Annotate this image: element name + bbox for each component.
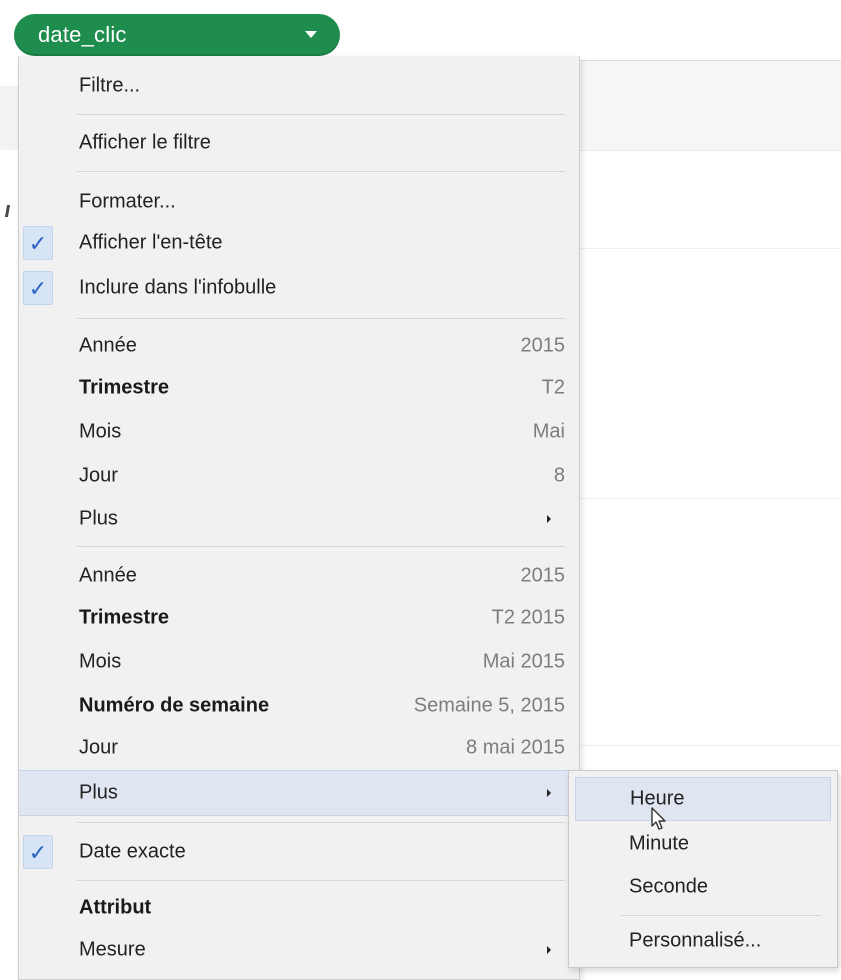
menu-item-formater[interactable]: Formater... [19,180,579,224]
menu-item-label: Formater... [79,190,176,213]
menu-item-jour-discrete[interactable]: Jour 8 [19,454,579,498]
menu-item-label: Inclure dans l'infobulle [79,276,277,299]
menu-item-plus-discrete[interactable]: Plus [19,497,579,541]
menu-item-label: Date exacte [79,840,186,863]
menu-item-mois-discrete[interactable]: Mois Mai [19,410,579,454]
checkmark-icon: ✓ [23,271,53,305]
menu-item-afficher-filtre[interactable]: Afficher le filtre [19,121,579,165]
menu-item-example: Mai [532,420,565,443]
workspace-mark [4,205,11,217]
menu-item-jour-continue[interactable]: Jour 8 mai 2015 [19,726,579,770]
plus-submenu: Heure Minute Seconde Personnalisé... [568,770,838,968]
menu-item-label: Trimestre [79,376,170,399]
menu-item-label: Mesure [79,938,146,961]
workspace-divider [580,150,841,151]
menu-item-example: Mai 2015 [482,650,565,673]
checkmark-icon: ✓ [23,226,53,260]
menu-item-label: Attribut [79,896,152,919]
workspace-gridline [580,498,841,499]
menu-item-trimestre-discrete[interactable]: Trimestre T2 [19,366,579,410]
mouse-cursor-icon [651,807,666,830]
submenu-item-personnalise[interactable]: Personnalisé... [575,919,831,963]
menu-item-annee-discrete[interactable]: Année 2015 [19,324,579,368]
menu-item-label: Mois [79,420,122,443]
menu-item-label: Année [79,334,137,357]
menu-item-numero-semaine[interactable]: Numéro de semaine Semaine 5, 2015 [19,684,579,728]
menu-item-plus-continue[interactable]: Plus [19,770,579,816]
submenu-arrow-icon [547,789,551,797]
menu-item-label: Trimestre [79,606,170,629]
menu-item-filtre[interactable]: Filtre... [19,64,579,108]
menu-item-label: Mois [79,650,122,673]
submenu-item-seconde[interactable]: Seconde [575,865,831,909]
submenu-item-label: Personnalisé... [629,929,762,952]
menu-item-label: Filtre... [79,74,141,97]
menu-item-label: Année [79,564,137,587]
menu-item-attribut[interactable]: Attribut [19,886,579,930]
menu-item-mois-continue[interactable]: Mois Mai 2015 [19,640,579,684]
menu-item-label: Numéro de semaine [79,694,270,717]
menu-item-example: T2 [541,376,565,399]
caret-down-icon[interactable] [305,31,317,38]
menu-item-trimestre-continue[interactable]: Trimestre T2 2015 [19,596,579,640]
submenu-arrow-icon [547,515,551,523]
menu-separator [77,318,565,319]
menu-item-date-exacte[interactable]: ✓ Date exacte [19,830,579,874]
menu-separator [77,171,565,172]
menu-item-label: Jour [79,464,118,487]
menu-item-example: 8 mai 2015 [466,736,565,759]
checkmark-icon: ✓ [23,835,53,869]
submenu-item-heure[interactable]: Heure [575,777,831,821]
workspace-divider [580,60,841,61]
menu-item-example: T2 2015 [491,606,565,629]
field-pill-label: date_clic [38,22,127,47]
menu-item-annee-continue[interactable]: Année 2015 [19,554,579,598]
menu-item-label: Plus [79,781,118,804]
menu-separator [77,880,565,881]
workspace-gridline [580,248,841,249]
menu-item-example: 8 [553,464,565,487]
menu-item-inclure-infobulle[interactable]: ✓ Inclure dans l'infobulle [19,266,579,310]
menu-item-example: Semaine 5, 2015 [413,694,565,717]
field-context-menu: Filtre... Afficher le filtre Formater...… [18,56,580,980]
menu-item-example: 2015 [520,564,566,587]
submenu-item-label: Seconde [629,875,708,898]
menu-separator [77,546,565,547]
menu-separator [621,915,821,916]
workspace-gridline [580,745,841,746]
menu-item-afficher-en-tete[interactable]: ✓ Afficher l'en-tête [19,221,579,265]
menu-item-label: Afficher l'en-tête [79,231,223,254]
submenu-item-minute[interactable]: Minute [575,822,831,866]
menu-item-label: Afficher le filtre [79,131,211,154]
menu-item-label: Jour [79,736,118,759]
field-pill-date-clic[interactable]: date_clic [14,14,340,56]
submenu-arrow-icon [547,946,551,954]
menu-item-label: Plus [79,507,118,530]
menu-item-mesure[interactable]: Mesure [19,928,579,972]
workspace-header-band [580,61,841,150]
menu-separator [77,114,565,115]
menu-item-example: 2015 [520,334,566,357]
menu-separator [77,822,565,823]
